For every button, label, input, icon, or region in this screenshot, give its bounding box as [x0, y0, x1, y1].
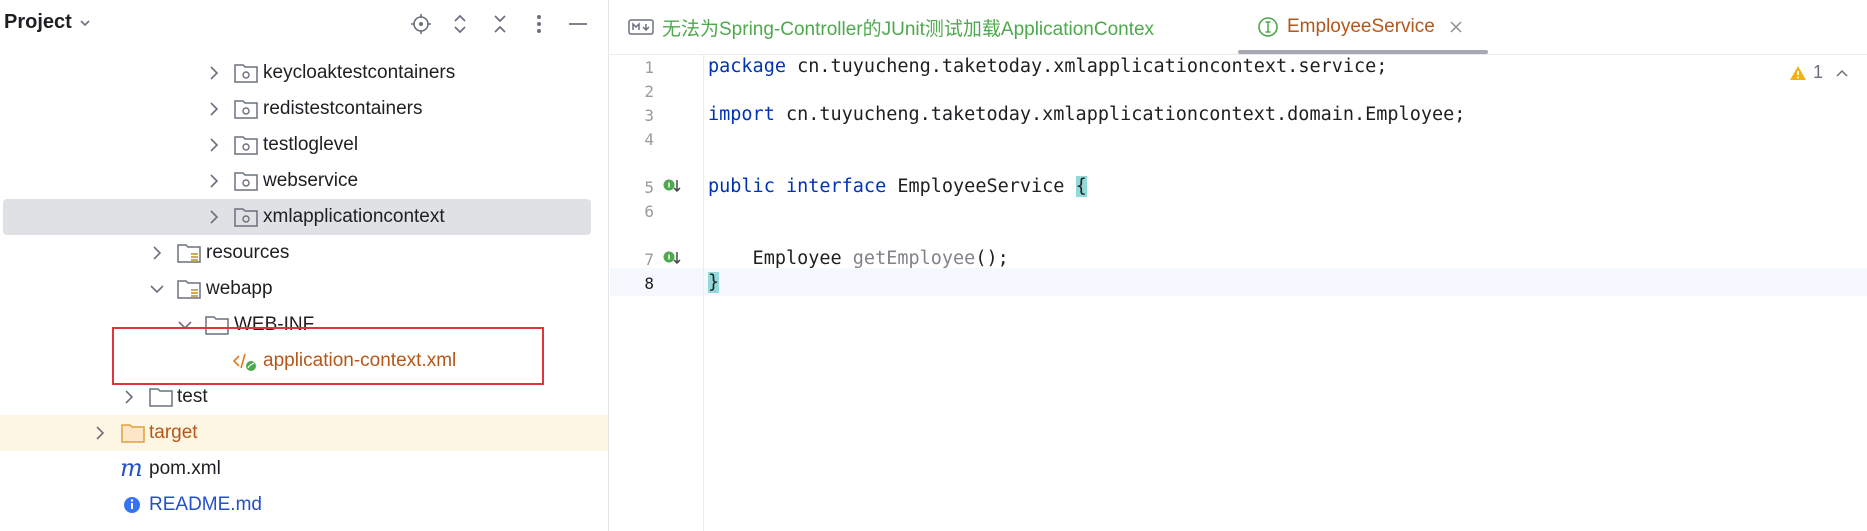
- tree-item-label: keycloaktestcontainers: [263, 62, 456, 83]
- info-file-icon: [124, 497, 140, 513]
- tree-item-label: redistestcontainers: [263, 98, 423, 119]
- implemented-gutter-icon[interactable]: [662, 248, 682, 268]
- tree-item-testloglevel[interactable]: testloglevel: [0, 127, 609, 163]
- chevron-down-icon[interactable]: [148, 280, 166, 298]
- code-line: import cn.tuyucheng.taketoday.xmlapplica…: [708, 104, 1465, 128]
- package-folder-icon: [234, 208, 258, 227]
- tree-item-label: resources: [206, 242, 290, 263]
- tree-item-webapp[interactable]: webapp: [0, 271, 609, 307]
- code-line: package cn.tuyucheng.taketoday.xmlapplic…: [708, 56, 1387, 80]
- web-folder-icon: [177, 280, 201, 299]
- tree-item-xmlapplicationcontext[interactable]: xmlapplicationcontext: [0, 199, 609, 235]
- tree-item-label: target: [149, 422, 198, 443]
- code-token: cn.tuyucheng.taketoday.xmlapplicationcon…: [785, 56, 1388, 77]
- line-number: 1: [644, 58, 654, 77]
- maven-icon: m: [120, 454, 143, 482]
- tree-item-label: webapp: [206, 278, 273, 299]
- chevron-right-icon[interactable]: [120, 388, 138, 406]
- code-editor: 无法为Spring-Controller的JUnit测试加载Applicatio…: [610, 0, 1867, 531]
- annotation-highlight-box: [112, 327, 544, 385]
- expand-all-icon[interactable]: [446, 10, 474, 38]
- folder-icon: [149, 388, 173, 407]
- code-line: }: [708, 272, 720, 296]
- tree-item-keycloaktestcontainers[interactable]: keycloaktestcontainers: [0, 55, 609, 91]
- project-panel-header: Project: [0, 0, 609, 48]
- options-kebab-icon[interactable]: [525, 10, 553, 38]
- code-token: public: [708, 176, 775, 197]
- chevron-right-icon[interactable]: [205, 136, 223, 154]
- tree-item-label: testloglevel: [263, 134, 359, 155]
- resources-folder-icon: [177, 244, 201, 263]
- code-token: Employee: [708, 248, 853, 269]
- active-tab-indicator: [1238, 50, 1488, 54]
- tree-item-pom-xml[interactable]: m pom.xml: [0, 451, 609, 487]
- code-token: import: [708, 104, 775, 125]
- chevron-right-icon[interactable]: [148, 244, 166, 262]
- editor-tab-bar: 无法为Spring-Controller的JUnit测试加载Applicatio…: [610, 0, 1867, 55]
- code-token: EmployeeService: [886, 176, 1076, 197]
- tree-item-label: README.md: [149, 494, 262, 515]
- line-number: 3: [644, 106, 654, 125]
- current-line-highlight: [610, 268, 1867, 296]
- tree-item-label: test: [177, 386, 208, 407]
- tree-item-target[interactable]: target: [0, 415, 609, 451]
- code-line: Employee getEmployee();: [708, 248, 1009, 272]
- line-number: 4: [644, 130, 654, 149]
- excluded-folder-icon: [121, 424, 145, 443]
- tree-item-resources[interactable]: resources: [0, 235, 609, 271]
- code-token: getEmployee: [852, 248, 976, 269]
- tree-item-label: pom.xml: [149, 458, 221, 479]
- tree-item-label: webservice: [263, 170, 359, 191]
- line-number: 2: [644, 82, 654, 101]
- tree-item-redistestcontainers[interactable]: redistestcontainers: [0, 91, 609, 127]
- line-number: 5: [644, 178, 654, 197]
- chevron-right-icon[interactable]: [205, 64, 223, 82]
- tree-item-label: xmlapplicationcontext: [263, 206, 445, 227]
- package-folder-icon: [234, 100, 258, 119]
- chevron-right-icon[interactable]: [91, 424, 109, 442]
- inspection-widget[interactable]: 1: [1789, 62, 1849, 83]
- chevron-right-icon[interactable]: [205, 208, 223, 226]
- chevron-right-icon[interactable]: [205, 100, 223, 118]
- code-line: public interface EmployeeService {: [708, 176, 1087, 200]
- chevron-right-icon[interactable]: [205, 172, 223, 190]
- editor-gutter[interactable]: 1 2 3 4 5 6 7 8: [610, 54, 704, 531]
- code-token: ();: [975, 248, 1009, 269]
- code-token: cn.tuyucheng.taketoday.xmlapplicationcon…: [774, 104, 1466, 125]
- project-view-selector[interactable]: Project: [4, 11, 92, 34]
- package-folder-icon: [234, 64, 258, 83]
- code-token: {: [1075, 176, 1087, 197]
- code-token: package: [708, 56, 786, 77]
- package-folder-icon: [234, 136, 258, 155]
- line-number: 6: [644, 202, 654, 221]
- markdown-icon: [628, 19, 654, 35]
- tab-markdown-doc[interactable]: 无法为Spring-Controller的JUnit测试加载Applicatio…: [628, 0, 1154, 54]
- tree-item-webservice[interactable]: webservice: [0, 163, 609, 199]
- code-token: }: [708, 272, 720, 293]
- chevron-down-icon: [80, 19, 90, 26]
- collapse-all-icon[interactable]: [486, 10, 514, 38]
- tab-label: EmployeeService: [1287, 16, 1435, 37]
- package-folder-icon: [234, 172, 258, 191]
- line-number: 7: [644, 250, 654, 269]
- project-tool-window: Project keycloaktestcontainers redistest…: [0, 0, 609, 531]
- implemented-gutter-icon[interactable]: [662, 176, 682, 196]
- warning-count: 1: [1812, 62, 1823, 82]
- locate-icon[interactable]: [407, 10, 435, 38]
- hide-panel-icon[interactable]: [564, 10, 592, 38]
- tab-label: 无法为Spring-Controller的JUnit测试加载Applicatio…: [662, 18, 1155, 40]
- tree-item-readme-md[interactable]: README.md: [0, 487, 609, 523]
- warning-icon: [1789, 65, 1806, 80]
- interface-icon: [1258, 17, 1278, 37]
- code-token: interface: [785, 176, 887, 197]
- chevron-up-icon[interactable]: [1835, 68, 1849, 78]
- close-icon[interactable]: [1449, 20, 1463, 34]
- line-number: 8: [644, 274, 654, 293]
- panel-title: Project: [4, 11, 72, 33]
- tab-employeeservice[interactable]: EmployeeService: [1257, 0, 1463, 54]
